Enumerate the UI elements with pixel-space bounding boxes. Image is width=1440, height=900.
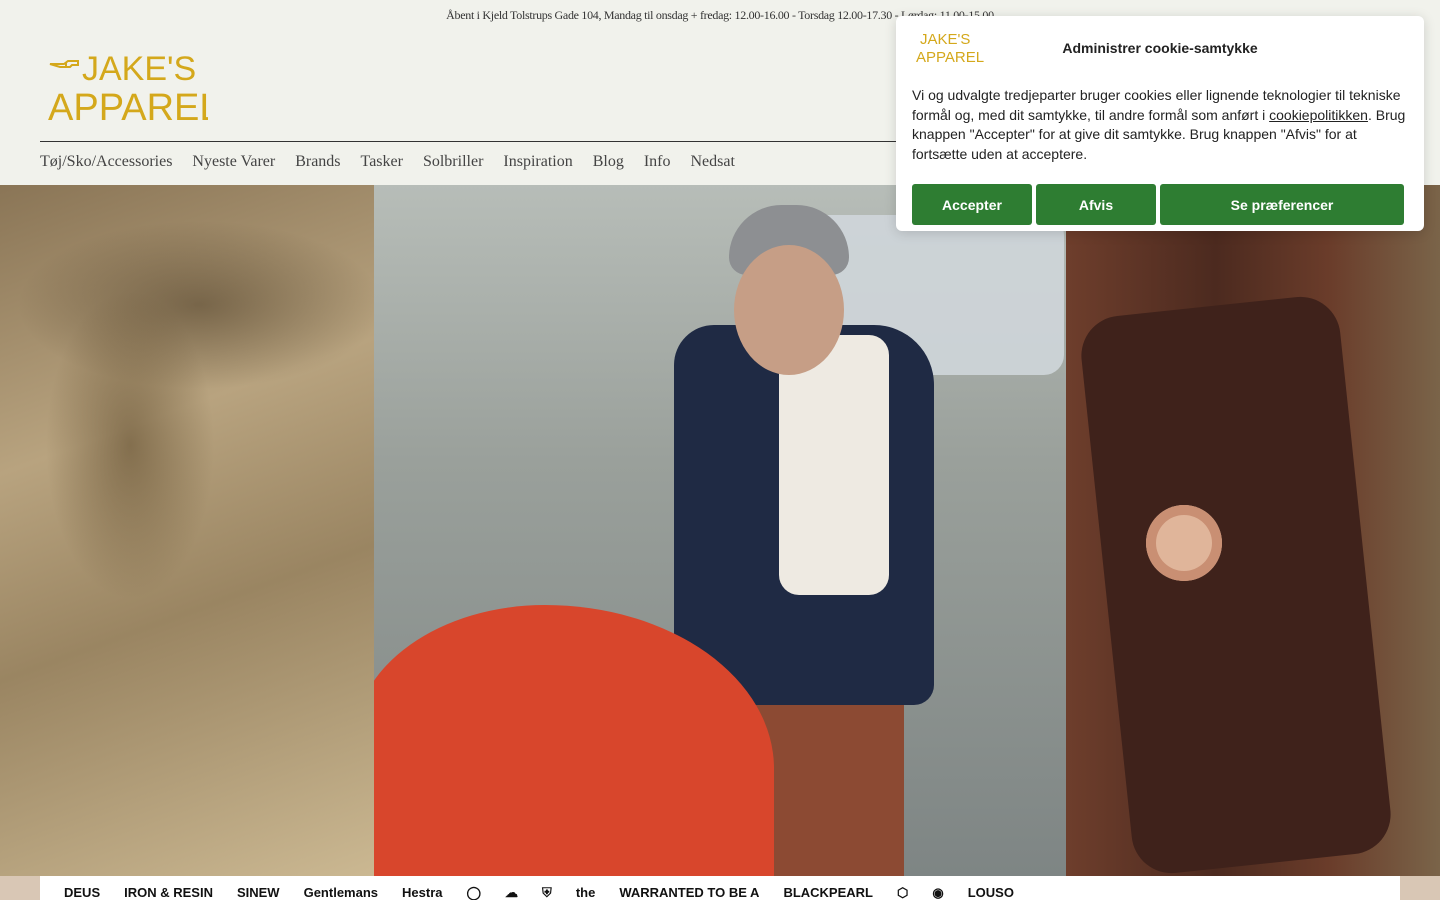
cookie-consent-dialog: JAKE'S APPAREL Administrer cookie-samtyk… [896, 16, 1424, 231]
brand-logo-louso[interactable]: LOUSO [968, 886, 1014, 900]
accept-button[interactable]: Accepter [912, 184, 1032, 225]
head-shape [734, 245, 844, 375]
nav-item-bags[interactable]: Tasker [361, 153, 403, 171]
nav-item-clothing[interactable]: Tøj/Sko/Accessories [40, 153, 172, 171]
brand-logo-hestra[interactable]: Hestra [402, 886, 442, 900]
nav-item-newest[interactable]: Nyeste Varer [192, 153, 275, 171]
brand-logo-sinew[interactable]: SINEW [237, 886, 280, 900]
brand-logo-cloud[interactable]: ☁ [505, 886, 518, 900]
preferences-button[interactable]: Se præferencer [1160, 184, 1404, 225]
brands-strip: DEUS IRON & RESIN SINEW Gentlemans Hestr… [40, 876, 1400, 900]
brand-logo-iron-resin[interactable]: IRON & RESIN [124, 886, 213, 900]
strap-shape [1077, 292, 1395, 876]
brand-logo-crest[interactable]: ⛨ [542, 886, 552, 900]
cookie-dialog-text: Vi og udvalgte tredjeparter bruger cooki… [912, 86, 1408, 164]
pointing-hand-icon [49, 60, 79, 68]
site-logo[interactable]: JAKE'S APPAREL [48, 50, 208, 124]
brand-logo-gentlemans[interactable]: Gentlemans [304, 886, 378, 900]
hero-banner[interactable] [0, 185, 1440, 876]
nav-item-brands[interactable]: Brands [295, 153, 340, 171]
logo-line1: JAKE'S [82, 50, 196, 88]
cookie-dialog-title: Administrer cookie-samtykke [1062, 40, 1258, 56]
nav-item-blog[interactable]: Blog [593, 153, 624, 171]
brand-logo-round[interactable]: ◉ [932, 886, 943, 900]
nav-item-sunglasses[interactable]: Solbriller [423, 153, 483, 171]
nav-item-info[interactable]: Info [644, 153, 671, 171]
hero-image-fabric [0, 185, 374, 876]
cookie-policy-link[interactable]: cookiepolitikken [1269, 107, 1368, 123]
decline-button[interactable]: Afvis [1036, 184, 1156, 225]
brand-logo-circle[interactable]: ◯ [466, 886, 481, 900]
main-nav: Tøj/Sko/Accessories Nyeste Varer Brands … [40, 153, 735, 171]
brand-logo-hex[interactable]: ⬡ [897, 886, 908, 900]
rivet-shape [1146, 505, 1222, 581]
nav-item-inspiration[interactable]: Inspiration [503, 153, 572, 171]
logo-line2: APPAREL [48, 87, 208, 124]
nav-item-sale[interactable]: Nedsat [691, 153, 735, 171]
brand-logo-warranted[interactable]: WARRANTED TO BE A [619, 886, 759, 900]
brand-logo-deus[interactable]: DEUS [64, 886, 100, 900]
brand-logo-the[interactable]: the [576, 886, 596, 900]
brand-logo-blackpearl[interactable]: BLACKPEARL [783, 886, 873, 900]
hero-image-leather [1066, 185, 1440, 876]
hero-image-model [374, 185, 1066, 876]
